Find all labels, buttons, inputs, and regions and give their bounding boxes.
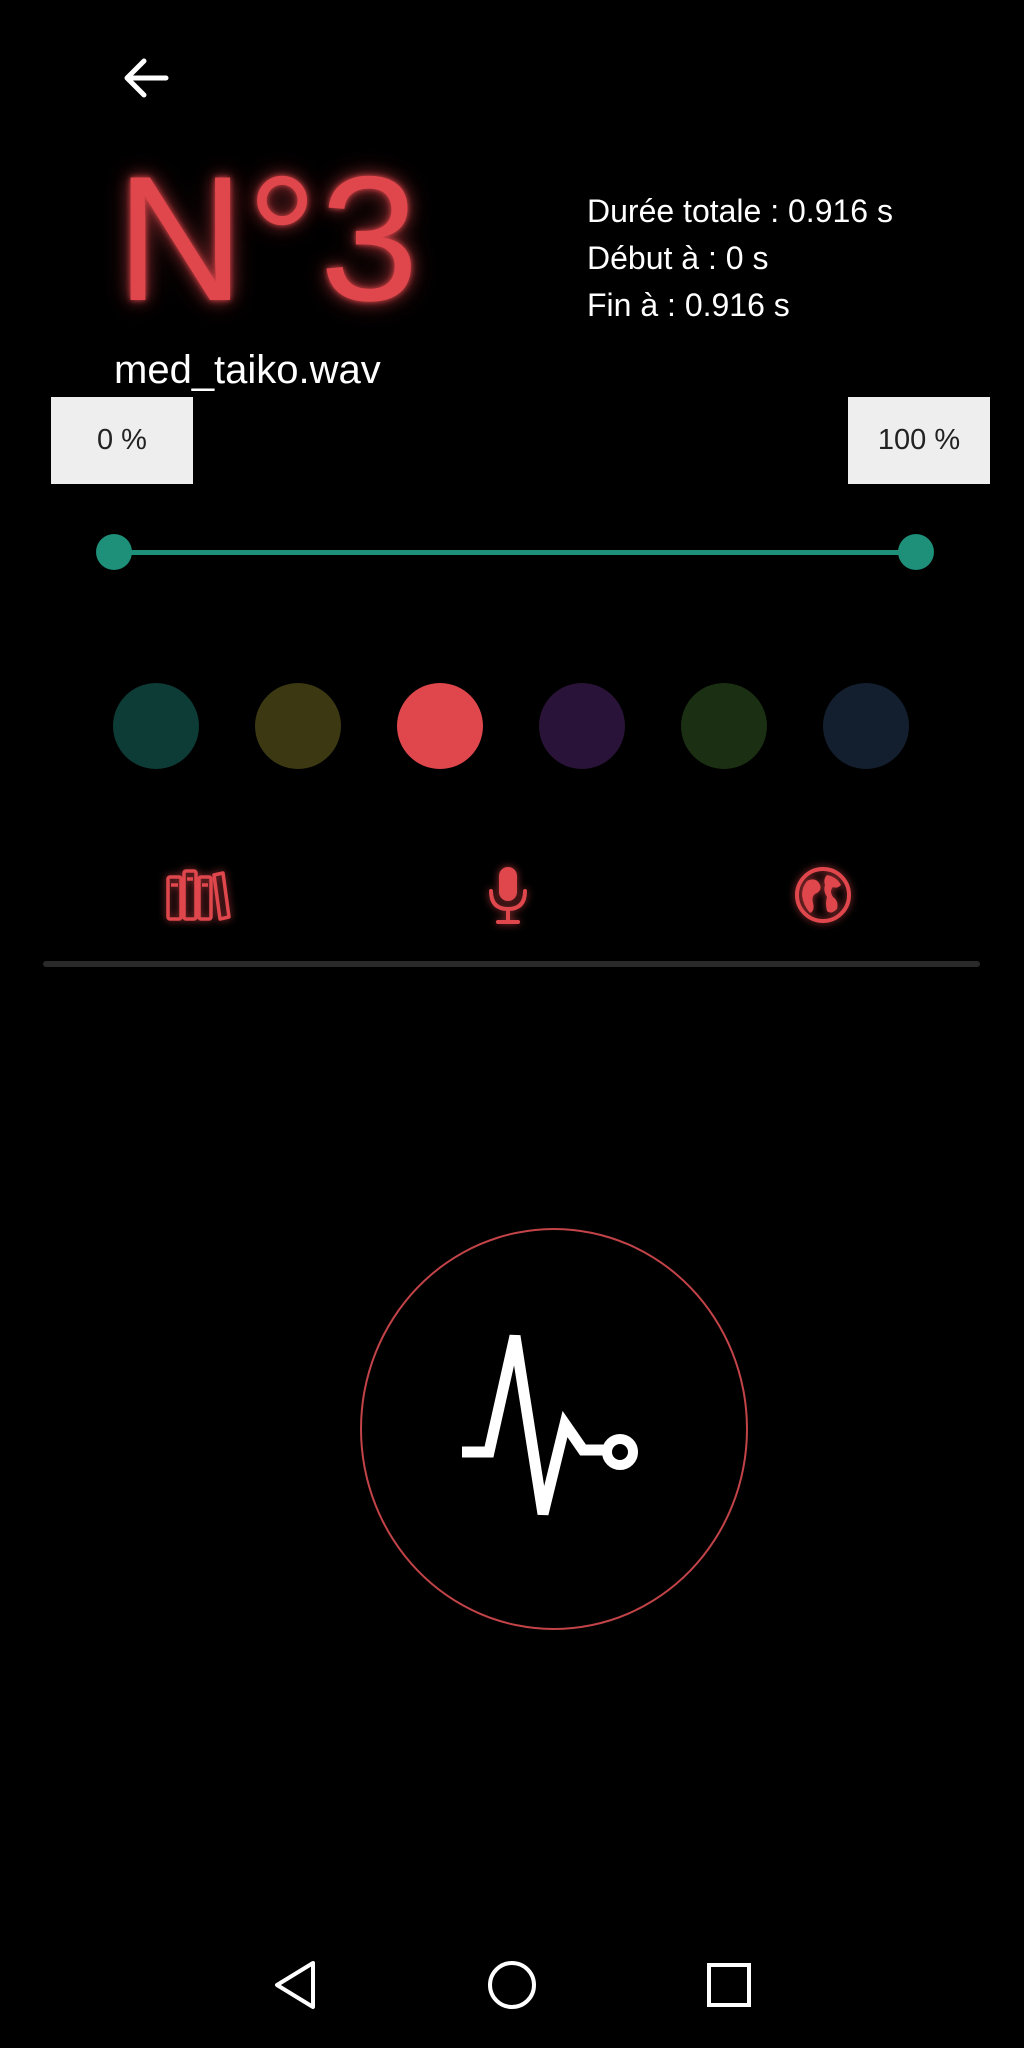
color-swatch[interactable] bbox=[113, 683, 199, 769]
tab-underline-divider bbox=[43, 961, 980, 967]
trim-range-slider[interactable] bbox=[96, 532, 934, 572]
waveform-pulse-icon bbox=[462, 1334, 638, 1516]
pad-number-title: N°3 bbox=[116, 139, 421, 338]
color-swatch[interactable] bbox=[255, 683, 341, 769]
home-circle-icon bbox=[488, 1961, 536, 2009]
color-swatch[interactable] bbox=[539, 683, 625, 769]
trim-range-track bbox=[114, 550, 916, 555]
system-navigation-bar bbox=[0, 1940, 1024, 2030]
nav-recents-button[interactable] bbox=[699, 1955, 759, 2015]
recents-square-icon bbox=[707, 1963, 751, 2007]
start-percent-field[interactable]: 0 % bbox=[51, 397, 193, 484]
nav-home-button[interactable] bbox=[482, 1955, 542, 2015]
globe-icon bbox=[795, 867, 851, 923]
total-duration-text: Durée totale : 0.916 s bbox=[587, 193, 893, 229]
globe-tab[interactable] bbox=[783, 862, 863, 928]
back-button[interactable] bbox=[110, 48, 180, 108]
sample-file-name: med_taiko.wav bbox=[114, 348, 381, 392]
microphone-icon bbox=[489, 867, 527, 924]
sample-info: Durée totale : 0.916 s Début à : 0 s Fin… bbox=[587, 188, 893, 329]
color-swatch-selected[interactable] bbox=[397, 683, 483, 769]
end-percent-field[interactable]: 100 % bbox=[848, 397, 990, 484]
end-time-text: Fin à : 0.916 s bbox=[587, 287, 790, 323]
arrow-left-icon bbox=[124, 58, 169, 98]
record-sample-button[interactable] bbox=[360, 1228, 748, 1630]
back-triangle-icon bbox=[275, 1961, 315, 2009]
start-time-text: Début à : 0 s bbox=[587, 240, 769, 276]
nav-back-button[interactable] bbox=[265, 1955, 325, 2015]
color-swatch[interactable] bbox=[681, 683, 767, 769]
trim-end-thumb[interactable] bbox=[898, 534, 934, 570]
pad-editor-screen: N°3 Durée totale : 0.916 s Début à : 0 s… bbox=[0, 0, 1024, 2048]
microphone-tab[interactable] bbox=[468, 862, 548, 928]
library-tab[interactable] bbox=[158, 862, 238, 928]
library-icon bbox=[166, 869, 231, 921]
trim-start-thumb[interactable] bbox=[96, 534, 132, 570]
color-swatch[interactable] bbox=[823, 683, 909, 769]
